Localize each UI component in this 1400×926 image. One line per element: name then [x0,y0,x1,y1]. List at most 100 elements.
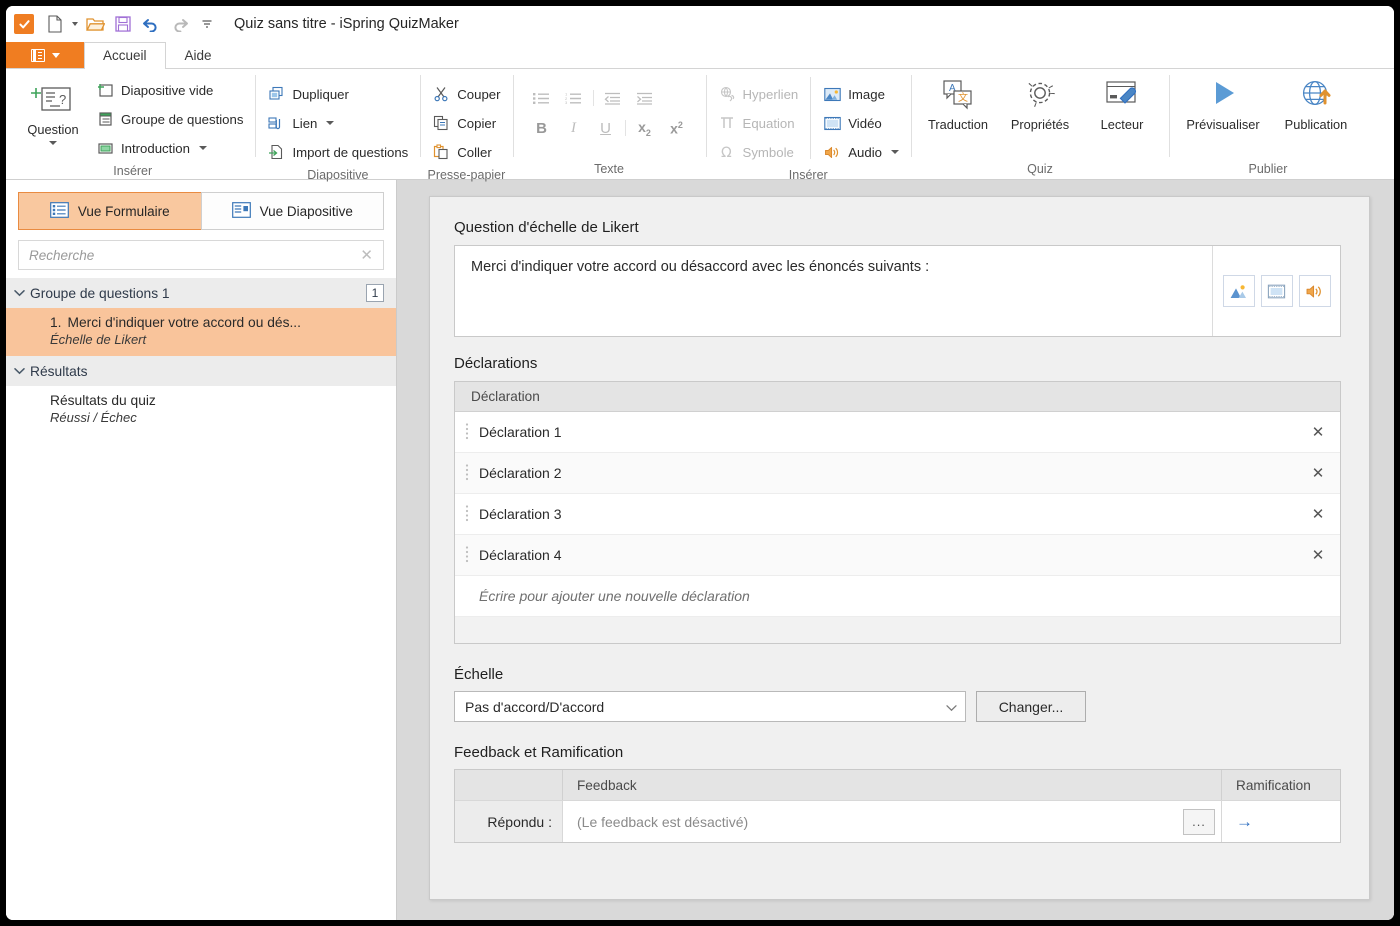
italic-icon[interactable]: I [559,115,589,141]
new-file-icon[interactable] [42,11,68,37]
link-button[interactable]: Lien [261,110,414,136]
form-view-icon [49,201,69,221]
blank-slide-button[interactable]: Diapositive vide [90,77,249,103]
table-row[interactable]: Déclaration 2 ✕ [455,453,1340,494]
question-text[interactable]: Merci d'indiquer votre accord ou désacco… [455,246,1212,336]
scale-label: Échelle [454,666,504,683]
customize-quick-access-icon[interactable] [194,11,220,37]
duplicate-button[interactable]: Dupliquer [261,81,414,107]
open-folder-icon[interactable] [82,11,108,37]
tab-accueil[interactable]: Accueil [84,42,166,69]
bold-icon[interactable]: B [527,115,557,141]
insert-video-button[interactable] [1260,275,1293,307]
add-statement-row[interactable]: Écrire pour ajouter une nouvelle déclara… [455,576,1340,617]
feedback-col-blank [455,770,563,800]
tree-group-resultats-label: Résultats [30,363,88,379]
feedback-row-branching-cell[interactable]: → [1222,801,1340,842]
scale-select[interactable]: Pas d'accord/D'accord [454,691,966,722]
tree-item-resultats-quiz[interactable]: Résultats du quiz Réussi / Échec [6,386,396,434]
statement-text[interactable]: Déclaration 2 [479,465,1296,481]
copy-label: Copier [457,115,497,131]
floppy-save-icon[interactable] [110,11,136,37]
hyperlink-button[interactable]: Hyperlien [712,81,805,107]
ribbon-group-inserer-media: Hyperlien Equation Ω Symbole Image Vidéo… [705,69,911,182]
insert-audio-button[interactable]: Audio [817,139,905,165]
symbol-button[interactable]: Ω Symbole [712,139,805,165]
remove-statement-icon[interactable]: ✕ [1296,505,1340,523]
redo-arrow-icon[interactable] [166,11,192,37]
underline-icon[interactable]: U [591,115,621,141]
drag-handle-icon[interactable] [455,545,479,565]
undo-arrow-icon[interactable] [138,11,164,37]
image-icon [1230,284,1246,298]
chevron-down-icon[interactable] [890,150,899,154]
question-group-button[interactable]: Groupe de questions [90,106,249,132]
insert-image-button[interactable]: Image [817,81,905,107]
feedback-row-value-cell[interactable]: (Le feedback est désactivé) ... [563,801,1222,842]
cut-button[interactable]: Couper [426,81,506,107]
introduction-button[interactable]: Introduction [90,135,249,161]
file-menu-button[interactable] [6,42,84,68]
proprietes-button[interactable]: Propriétés [999,73,1081,131]
drag-handle-icon[interactable] [455,463,479,483]
tree-group-resultats[interactable]: Résultats [6,356,396,386]
remove-statement-icon[interactable]: ✕ [1296,546,1340,564]
feedback-more-button[interactable]: ... [1183,808,1215,835]
chevron-down-icon[interactable] [198,146,207,150]
table-row: Répondu : (Le feedback est désactivé) ..… [455,800,1340,842]
chevron-down-icon[interactable] [326,121,335,125]
clear-search-icon[interactable]: ✕ [358,246,375,264]
bullet-list-icon[interactable] [527,85,557,111]
chevron-down-icon[interactable] [12,289,26,297]
subscript-icon[interactable]: x2 [630,115,660,141]
tree-item-question-1[interactable]: 1. Merci d'indiquer votre accord ou dés..… [6,308,396,356]
statement-text[interactable]: Déclaration 4 [479,547,1296,563]
new-file-dropdown-icon[interactable] [70,22,80,26]
traduction-button[interactable]: A 文 Traduction [917,73,999,131]
table-row[interactable]: Déclaration 4 ✕ [455,535,1340,576]
change-scale-button[interactable]: Changer... [976,691,1086,722]
tab-vue-formulaire[interactable]: Vue Formulaire [18,192,201,230]
increase-indent-icon[interactable] [630,85,660,111]
equation-button[interactable]: Equation [712,110,805,136]
ribbon-group-diapositive: Dupliquer Lien Import de questions Diapo… [255,69,420,182]
tab-aide[interactable]: Aide [166,42,231,68]
table-row[interactable]: Déclaration 3 ✕ [455,494,1340,535]
tree-group-questions[interactable]: Groupe de questions 1 1 [6,278,396,308]
remove-statement-icon[interactable]: ✕ [1296,464,1340,482]
decrease-indent-icon[interactable] [598,85,628,111]
import-questions-button[interactable]: Import de questions [261,139,414,165]
search-input[interactable]: Recherche ✕ [18,240,384,270]
arrow-right-icon[interactable]: → [1236,813,1253,830]
insert-image-button[interactable] [1222,275,1255,307]
paste-button[interactable]: Coller [426,139,506,165]
hyperlink-label: Hyperlien [742,86,799,102]
numbered-list-icon[interactable]: 123 [559,85,589,111]
lecteur-button[interactable]: Lecteur [1081,73,1163,131]
statements-table-header: Déclaration [455,382,1340,412]
insert-video-button[interactable]: Vidéo [817,110,905,136]
superscript-icon[interactable]: x2 [662,115,692,141]
tree-item-number: 1. [50,315,62,330]
publication-button[interactable]: Publication [1271,73,1361,131]
drag-handle-icon[interactable] [455,422,479,442]
remove-statement-icon[interactable]: ✕ [1296,423,1340,441]
drag-handle-icon[interactable] [455,504,479,524]
chevron-down-icon[interactable] [12,367,26,375]
chevron-down-icon [49,141,57,146]
tab-vue-diapositive[interactable]: Vue Diapositive [200,192,384,230]
question-button[interactable]: ? Question [16,75,90,146]
copy-button[interactable]: Copier [426,110,506,136]
insert-audio-button[interactable] [1298,275,1331,307]
tree-group-badge: 1 [366,284,384,302]
introduction-label: Introduction [121,140,190,156]
feedback-col-feedback: Feedback [563,770,1222,800]
equation-icon [718,114,736,132]
statement-text[interactable]: Déclaration 1 [479,424,1296,440]
statement-text[interactable]: Déclaration 3 [479,506,1296,522]
insert-video-label: Vidéo [848,115,882,131]
duplicate-icon [267,85,285,103]
question-text-box[interactable]: Merci d'indiquer votre accord ou désacco… [454,245,1341,337]
previsualiser-button[interactable]: Prévisualiser [1175,73,1271,131]
table-row[interactable]: Déclaration 1 ✕ [455,412,1340,453]
